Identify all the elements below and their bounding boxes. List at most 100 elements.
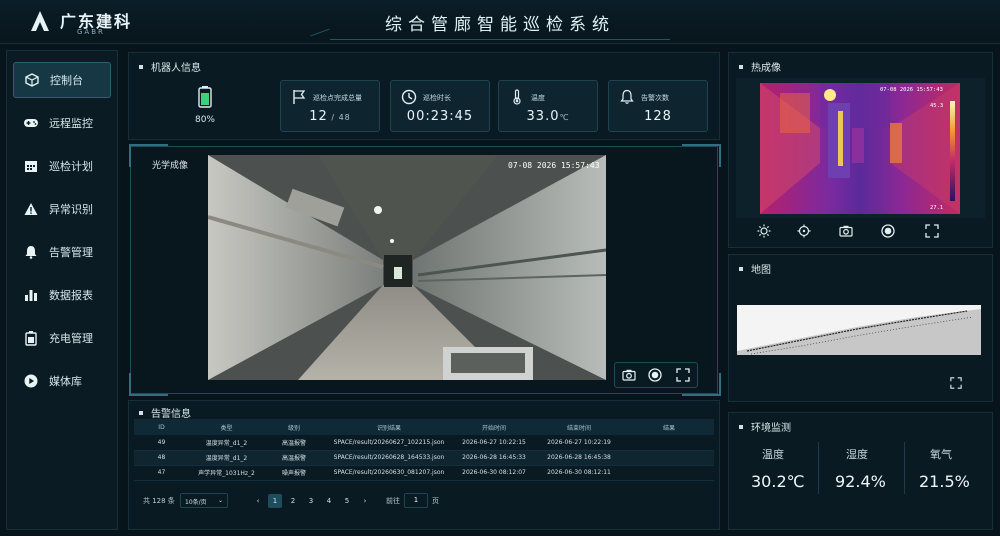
sidebar-item-label: 媒体库 bbox=[49, 375, 82, 388]
table-row[interactable]: 47 声学异常_1031Hz_2 噪声报警 SPACE/result/20260… bbox=[134, 465, 714, 481]
prev-page-button[interactable]: ‹ bbox=[251, 494, 265, 508]
cell-end-time: 2026-06-28 16:45:38 bbox=[534, 450, 624, 466]
thermal-record-button[interactable] bbox=[880, 223, 896, 239]
sidebar-item-inspection-plan[interactable]: 巡检计划 bbox=[13, 148, 111, 184]
video-timestamp: 07-08 2026 15:57:43 bbox=[508, 161, 600, 170]
stat-value: 128 bbox=[644, 109, 672, 124]
env-value-temperature: 30.2℃ bbox=[751, 472, 805, 491]
cell-id: 47 bbox=[134, 465, 189, 481]
sidebar-item-anomaly-detection[interactable]: 异常识别 bbox=[13, 191, 111, 227]
battery-percent: 80% bbox=[194, 115, 215, 125]
camera-icon bbox=[839, 225, 853, 237]
page-button-2[interactable]: 2 bbox=[286, 494, 300, 508]
snapshot-button[interactable] bbox=[620, 366, 638, 384]
page-button-3[interactable]: 3 bbox=[304, 494, 318, 508]
env-label-oxygen: 氧气 bbox=[930, 448, 952, 461]
sidebar-item-alarm-management[interactable]: 告警管理 bbox=[13, 234, 111, 270]
calendar-icon bbox=[23, 158, 39, 174]
cell-result-file: SPACE/result/20260627_102215.json bbox=[324, 435, 454, 451]
goto-label: 前往 bbox=[386, 497, 400, 505]
sidebar-item-charging-management[interactable]: 充电管理 bbox=[13, 320, 111, 356]
cell-level: 噪声报警 bbox=[264, 465, 324, 481]
sidebar-item-data-report[interactable]: 数据报表 bbox=[13, 277, 111, 313]
bell-icon bbox=[620, 89, 634, 104]
divider bbox=[818, 442, 819, 494]
page-suffix: 页 bbox=[432, 497, 439, 505]
page-size-select[interactable]: 10条/页 ⌄ bbox=[180, 493, 228, 508]
stat-value: 00:23:45 bbox=[406, 109, 474, 124]
thermal-camera-feed: 07-08 2026 15:57:43 45.3 27.1 bbox=[760, 83, 960, 214]
bell-icon bbox=[23, 244, 39, 260]
crosshair-icon bbox=[797, 224, 811, 238]
fullscreen-button[interactable] bbox=[674, 366, 692, 384]
table-row[interactable]: 48 温度异常_d1_2 高温报警 SPACE/result/20260628_… bbox=[134, 450, 714, 466]
cell-result bbox=[624, 450, 714, 466]
column-header: 级别 bbox=[264, 419, 324, 435]
next-page-button[interactable]: › bbox=[358, 494, 372, 508]
cell-result bbox=[624, 465, 714, 481]
map-view[interactable] bbox=[737, 305, 981, 355]
alarm-table: ID 类型 级别 识别结果 开始时间 结束时间 结果 49 温度异常_d1_2 … bbox=[134, 419, 714, 481]
cell-type: 声学异常_1031Hz_2 bbox=[189, 465, 264, 481]
fullscreen-icon bbox=[676, 368, 690, 382]
thermal-max-temp: 45.3 bbox=[930, 103, 943, 109]
column-header: 结束时间 bbox=[534, 419, 624, 435]
target-button[interactable] bbox=[796, 223, 812, 239]
thermal-min-temp: 27.1 bbox=[930, 205, 943, 211]
sidebar-item-label: 告警管理 bbox=[49, 246, 93, 259]
cell-start-time: 2026-06-27 10:22:15 bbox=[454, 435, 534, 451]
bar-chart-icon bbox=[23, 287, 39, 303]
stat-card-duration: 巡检时长 00:23:45 bbox=[390, 80, 490, 132]
panel-title: 环境监测 bbox=[739, 419, 791, 434]
goto-page-input[interactable]: 1 bbox=[404, 493, 428, 508]
play-icon bbox=[23, 373, 39, 389]
page-button-5[interactable]: 5 bbox=[340, 494, 354, 508]
cell-type: 温度异常_d1_2 bbox=[189, 450, 264, 466]
panel-title: 机器人信息 bbox=[139, 59, 201, 74]
page-title: 综合管廊智能巡检系统 bbox=[385, 15, 615, 35]
thermal-snapshot-button[interactable] bbox=[838, 223, 854, 239]
sidebar-item-remote-monitor[interactable]: 远程监控 bbox=[13, 105, 111, 141]
cell-level: 高温报警 bbox=[264, 450, 324, 466]
stat-card-checkpoints: 巡检点完成总量 12 / 48 bbox=[280, 80, 380, 132]
stat-label: 巡检时长 bbox=[423, 94, 451, 102]
cell-level: 高温报警 bbox=[264, 435, 324, 451]
divider bbox=[904, 442, 905, 494]
map-fullscreen-button[interactable] bbox=[950, 374, 968, 392]
sidebar-item-media-library[interactable]: 媒体库 bbox=[13, 363, 111, 399]
cell-result-file: SPACE/result/20260628_164533.json bbox=[324, 450, 454, 466]
table-row[interactable]: 49 温度异常_d1_2 高温报警 SPACE/result/20260627_… bbox=[134, 435, 714, 451]
page-button-4[interactable]: 4 bbox=[322, 494, 336, 508]
cell-start-time: 2026-06-28 16:45:33 bbox=[454, 450, 534, 466]
gamepad-icon bbox=[23, 115, 39, 131]
brightness-button[interactable] bbox=[756, 223, 772, 239]
record-icon bbox=[881, 224, 895, 238]
thermal-fullscreen-button[interactable] bbox=[924, 223, 940, 239]
sidebar-item-label: 巡检计划 bbox=[49, 160, 93, 173]
column-header: ID bbox=[134, 419, 189, 435]
panel-title: 地图 bbox=[739, 261, 771, 276]
cube-icon bbox=[24, 72, 40, 88]
stat-card-alarm-count: 告警次数 128 bbox=[608, 80, 708, 132]
column-header: 类型 bbox=[189, 419, 264, 435]
cell-type: 温度异常_d1_2 bbox=[189, 435, 264, 451]
cell-result-file: SPACE/result/20260630_081207.json bbox=[324, 465, 454, 481]
env-label-temperature: 温度 bbox=[762, 448, 784, 461]
table-header-row: ID 类型 级别 识别结果 开始时间 结束时间 结果 bbox=[134, 419, 714, 435]
sun-icon bbox=[757, 224, 771, 238]
panel-title: 热成像 bbox=[739, 59, 781, 74]
stat-card-temperature: 温度 33.0℃ bbox=[498, 80, 598, 132]
stat-label: 巡检点完成总量 bbox=[313, 94, 362, 102]
env-value-humidity: 92.4% bbox=[835, 472, 886, 491]
cell-result bbox=[624, 435, 714, 451]
fullscreen-icon bbox=[925, 224, 939, 238]
column-header: 开始时间 bbox=[454, 419, 534, 435]
battery-icon bbox=[198, 86, 212, 108]
clock-icon bbox=[401, 89, 417, 105]
optical-title: 光学成像 bbox=[152, 161, 189, 171]
page-button-1[interactable]: 1 bbox=[268, 494, 282, 508]
sidebar-item-console[interactable]: 控制台 bbox=[13, 62, 111, 98]
thermal-timestamp: 07-08 2026 15:57:43 bbox=[880, 87, 943, 93]
pager-total: 共 128 条 bbox=[143, 497, 175, 505]
record-button[interactable] bbox=[646, 366, 664, 384]
